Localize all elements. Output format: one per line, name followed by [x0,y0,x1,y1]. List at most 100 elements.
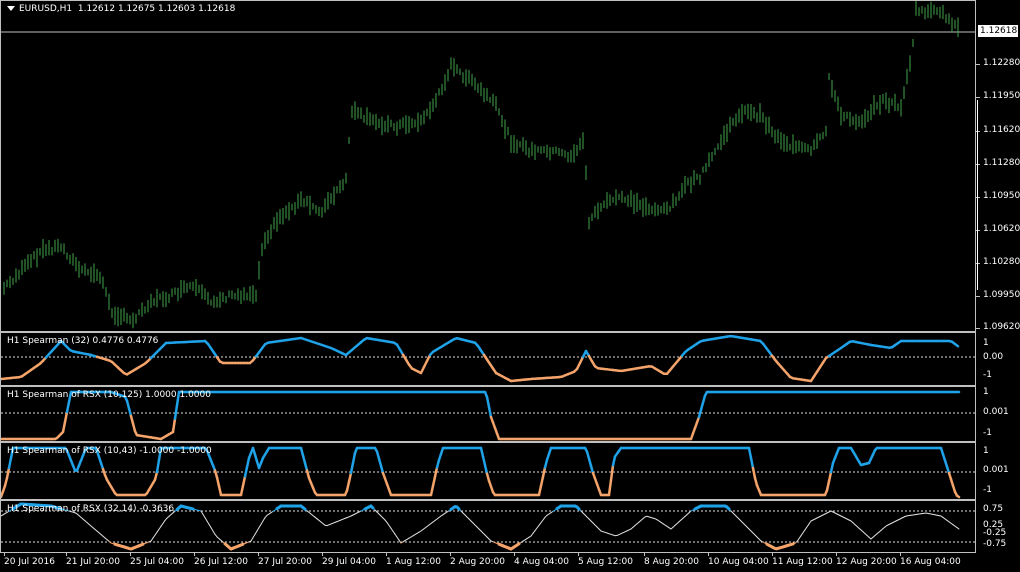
indicator-segment [398,539,402,544]
indicator-segment [152,534,156,539]
price-tick-label: 1.10620 [983,224,1020,234]
indicator-extreme-segment [239,542,245,547]
time-axis-label: 29 Jul 04:00 [322,557,376,567]
indicator-segment [751,466,757,480]
indicator-segment [955,494,961,499]
indicator-segment [431,475,437,488]
indicator-tick-label: 0.001 [983,465,1009,475]
indicator-segment [808,520,812,525]
indicator-segment [804,526,808,531]
time-axis-label: 2 Aug 20:00 [450,557,505,567]
time-axis-label: 20 Jul 2016 [4,557,55,567]
indicator-tick-label: -1 [983,370,992,380]
indicator-segment [254,530,258,535]
indicator-segment [537,484,543,497]
indicator-segment [61,420,67,434]
indicator-segment [806,523,810,528]
indicator-segment [7,456,13,470]
indicator-segment [202,513,206,519]
indicator-tick-label: 0.75 [983,504,1004,514]
price-tick-label: 1.11950 [983,91,1020,101]
indicator-segment [386,521,390,526]
time-axis-label: 27 Jul 20:00 [258,557,312,567]
ohlc-values: 1.12612 1.12675 1.12603 1.12618 [77,4,236,14]
indicator-panel-2[interactable]: H1 Spearman of RSX (10,125) 1.0000 1.000… [0,386,976,442]
indicator-segment [345,480,351,492]
indicator-extreme-segment [575,505,581,511]
price-tick-label: 1.10950 [983,191,1020,201]
indicator-segment [349,461,355,475]
time-axis-label: 12 Aug 20:00 [836,557,897,567]
indicator-panel-3[interactable]: H1 Spearman of RSX (10,43) -1.0000 -1.00… [0,442,976,500]
indicator-segment [487,405,493,419]
indicator-segment [347,471,353,484]
indicator-segment [154,531,158,536]
indicator-segment [429,484,435,497]
indicator-extreme-segment [369,504,375,510]
indicator-tick-label: 1 [983,338,989,348]
symbol-label: EURUSD,H1 [19,4,73,14]
indicator-extreme-segment [455,505,461,511]
indicator-segment [351,451,357,465]
indicator-segment [611,455,617,467]
indicator-extreme-segment [725,505,731,511]
indicator-panel-4[interactable]: H1 Spearman of RSX (32,14) -0.3636 [0,500,976,553]
indicator-panel-1[interactable]: H1 Spearman (32) 0.4776 0.4776 [0,332,976,386]
indicator-segment [609,464,615,482]
current-price-box: 1.12618 [978,25,1018,37]
price-tick-label: 1.12280 [983,58,1020,68]
price-tick-label: 1.11280 [983,158,1020,168]
indicator-segment [539,475,545,488]
indicator-segment [262,517,266,522]
indicator-tick-label: -0.25 [983,528,1007,538]
indicator-extreme-segment [139,542,145,547]
price-chart-panel[interactable]: EURUSD,H1 1.12612 1.12675 1.12603 1.1261… [0,0,976,332]
indicator-segment [800,532,804,537]
indicator-segment [158,525,162,530]
indicator-extreme-segment [301,506,307,511]
indicator-segment [162,519,166,524]
indicator-tick-label: 1 [983,387,989,397]
indicator-segment [541,466,547,478]
price-tick-label: 1.09620 [983,322,1020,332]
indicator-segment [150,537,154,542]
time-axis-label: 10 Aug 04:00 [708,557,769,567]
indicator-4-label: H1 Spearman of RSX (32,14) -0.3636 [7,504,175,514]
indicator-segment [243,466,249,478]
indicator-segment [953,342,960,348]
indicator-tick-label: -1 [983,428,992,438]
indicator-segment [245,456,251,469]
time-axis-label: 26 Jul 12:00 [194,557,248,567]
indicator-segment [825,480,831,492]
indicator-segment [433,466,439,478]
price-tick-label: 1.09950 [983,290,1020,300]
time-axis-label: 21 Jul 20:00 [66,557,120,567]
indicator-segment [239,484,245,497]
indicator-tick-label: 1 [983,446,989,456]
indicator-segment [390,527,394,532]
indicator-segment [217,484,223,497]
price-tick-label: 1.11620 [983,125,1020,135]
indicator-segment [479,446,485,458]
indicator-segment [65,400,71,414]
indicator-segment [747,446,753,460]
indicator-segment [396,536,400,541]
indicator-segment [388,524,392,529]
chevron-down-icon[interactable] [7,6,15,11]
indicator-segment [5,466,11,480]
indicator-segment [802,529,806,534]
indicator-segment [392,530,396,535]
indicator-segment [210,527,214,532]
chart-title[interactable]: EURUSD,H1 1.12612 1.12675 1.12603 1.1261… [7,4,235,14]
price-candles [1,1,975,329]
indicator-segment [206,520,210,525]
indicator-1-label: H1 Spearman (32) 0.4776 0.4776 [7,336,159,346]
indicator-segment [796,538,800,543]
indicator-segment [827,470,833,483]
indicator-segment [204,517,208,522]
indicator-tick-label: 0.001 [983,407,1009,417]
indicator-segment [212,530,216,535]
time-axis-label: 5 Aug 12:00 [578,557,633,567]
time-axis-label: 4 Aug 04:00 [514,557,569,567]
time-axis-label: 25 Jul 04:00 [130,557,184,567]
